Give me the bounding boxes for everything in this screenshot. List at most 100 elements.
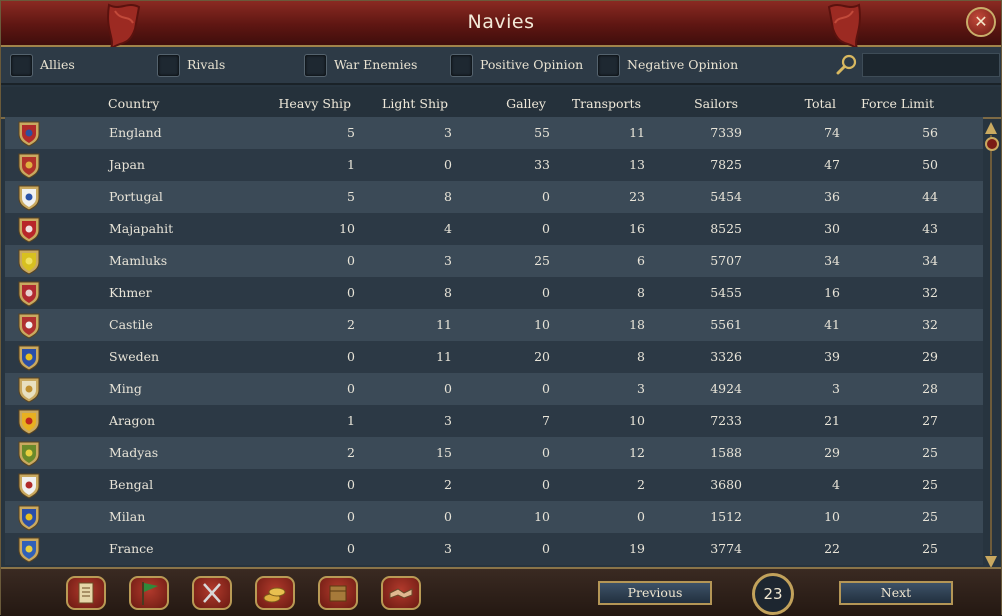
column-light-ship[interactable]: Light Ship — [382, 96, 448, 111]
table-row[interactable]: Castile 2 11 10 18 5561 41 32 — [5, 309, 983, 341]
country-name[interactable]: Khmer — [109, 285, 152, 300]
cell-heavy: 0 — [347, 349, 355, 364]
table-row[interactable]: England 5 3 55 11 7339 74 56 — [5, 117, 983, 149]
column-force-limit[interactable]: Force Limit — [861, 96, 934, 111]
search-input[interactable] — [862, 53, 1000, 77]
next-label: Next — [880, 585, 912, 600]
table-row[interactable]: Bengal 0 2 0 2 3680 4 25 — [5, 469, 983, 501]
table-row[interactable]: Majapahit 10 4 0 16 8525 30 43 — [5, 213, 983, 245]
cell-force-limit: 34 — [922, 253, 938, 268]
handshake-tab-button[interactable] — [381, 576, 421, 610]
country-shield-icon[interactable] — [17, 312, 41, 339]
country-shield-icon[interactable] — [17, 120, 41, 147]
country-name[interactable]: Portugal — [109, 189, 163, 204]
country-shield-icon[interactable] — [17, 152, 41, 179]
table-row[interactable]: Portugal 5 8 0 23 5454 36 44 — [5, 181, 983, 213]
column-country[interactable]: Country — [108, 96, 159, 111]
cell-galley: 55 — [534, 125, 550, 140]
table-row[interactable]: Milan 0 0 10 0 1512 10 25 — [5, 501, 983, 533]
country-shield-icon[interactable] — [17, 184, 41, 211]
table-row[interactable]: Khmer 0 8 0 8 5455 16 32 — [5, 277, 983, 309]
country-name[interactable]: Bengal — [109, 477, 153, 492]
close-icon: ✕ — [974, 12, 988, 31]
cell-galley: 0 — [542, 285, 550, 300]
country-shield-icon[interactable] — [17, 248, 41, 275]
close-button[interactable]: ✕ — [966, 7, 996, 37]
country-shield-icon[interactable] — [17, 216, 41, 243]
allies-checkbox[interactable] — [10, 54, 33, 77]
cell-force-limit: 50 — [922, 157, 938, 172]
country-name[interactable]: France — [109, 541, 154, 556]
crate-tab-icon — [329, 585, 347, 602]
country-name[interactable]: Madyas — [109, 445, 158, 460]
next-button[interactable]: Next — [839, 581, 953, 605]
country-shield-icon[interactable] — [17, 280, 41, 307]
table-row[interactable]: Japan 1 0 33 13 7825 47 50 — [5, 149, 983, 181]
cell-transports: 0 — [637, 509, 645, 524]
column-galley[interactable]: Galley — [506, 96, 546, 111]
cell-heavy: 0 — [347, 477, 355, 492]
cell-transports: 12 — [629, 445, 645, 460]
coins-tab-button[interactable] — [255, 576, 295, 610]
filter-label: Allies — [40, 57, 75, 72]
ledger-tab-icon — [78, 582, 94, 604]
country-name[interactable]: Mamluks — [109, 253, 167, 268]
cell-total: 39 — [824, 349, 840, 364]
country-shield-icon[interactable] — [17, 440, 41, 467]
cell-total: 34 — [824, 253, 840, 268]
scroll-up-arrow-icon[interactable] — [984, 121, 998, 135]
cell-force-limit: 28 — [922, 381, 938, 396]
country-name[interactable]: Castile — [109, 317, 153, 332]
crate-tab-button[interactable] — [318, 576, 358, 610]
column-transports[interactable]: Transports — [572, 96, 641, 111]
ledger-tab-button[interactable] — [66, 576, 106, 610]
country-shield-icon[interactable] — [17, 472, 41, 499]
war-enemies-checkbox[interactable] — [304, 54, 327, 77]
table-row[interactable]: Madyas 2 15 0 12 1588 29 25 — [5, 437, 983, 469]
rivals-checkbox[interactable] — [157, 54, 180, 77]
cell-transports: 23 — [629, 189, 645, 204]
column-total[interactable]: Total — [805, 96, 836, 111]
crossed-swords-tab-button[interactable] — [192, 576, 232, 610]
country-shield-icon[interactable] — [17, 408, 41, 435]
table-row[interactable]: France 0 3 0 19 3774 22 25 — [5, 533, 983, 565]
scroll-track[interactable] — [990, 135, 992, 555]
table-row[interactable]: Sweden 0 11 20 8 3326 39 29 — [5, 341, 983, 373]
search-icon[interactable] — [836, 54, 858, 76]
country-shield-icon[interactable] — [17, 536, 41, 563]
table-row[interactable]: Mamluks 0 3 25 6 5707 34 34 — [5, 245, 983, 277]
cell-galley: 33 — [534, 157, 550, 172]
window-title: Navies — [467, 11, 535, 33]
previous-button[interactable]: Previous — [598, 581, 712, 605]
country-shield-icon[interactable] — [17, 344, 41, 371]
country-name[interactable]: Majapahit — [109, 221, 173, 236]
cell-sailors: 5454 — [710, 189, 742, 204]
positive-opinion-checkbox[interactable] — [450, 54, 473, 77]
table-row[interactable]: Aragon 1 3 7 10 7233 21 27 — [5, 405, 983, 437]
table-header: Country Heavy Ship Light Ship Galley Tra… — [1, 87, 1001, 119]
country-name[interactable]: Aragon — [109, 413, 155, 428]
country-name[interactable]: Ming — [109, 381, 142, 396]
cell-sailors: 1588 — [710, 445, 742, 460]
cell-heavy: 2 — [347, 317, 355, 332]
cell-heavy: 2 — [347, 445, 355, 460]
country-shield-icon[interactable] — [17, 504, 41, 531]
cell-transports: 8 — [637, 285, 645, 300]
cell-light: 3 — [444, 125, 452, 140]
country-name[interactable]: Milan — [109, 509, 145, 524]
cell-transports: 8 — [637, 349, 645, 364]
country-name[interactable]: Japan — [109, 157, 145, 172]
column-sailors[interactable]: Sailors — [694, 96, 738, 111]
column-heavy-ship[interactable]: Heavy Ship — [279, 96, 351, 111]
table-row[interactable]: Ming 0 0 0 3 4924 3 28 — [5, 373, 983, 405]
country-shield-icon[interactable] — [17, 376, 41, 403]
scroll-thumb[interactable] — [985, 137, 999, 151]
scrollbar[interactable] — [984, 121, 999, 569]
cell-galley: 10 — [534, 509, 550, 524]
country-name[interactable]: Sweden — [109, 349, 159, 364]
cell-sailors: 8525 — [710, 221, 742, 236]
cell-sailors: 3326 — [710, 349, 742, 364]
country-name[interactable]: England — [109, 125, 162, 140]
negative-opinion-checkbox[interactable] — [597, 54, 620, 77]
flag-tab-button[interactable] — [129, 576, 169, 610]
